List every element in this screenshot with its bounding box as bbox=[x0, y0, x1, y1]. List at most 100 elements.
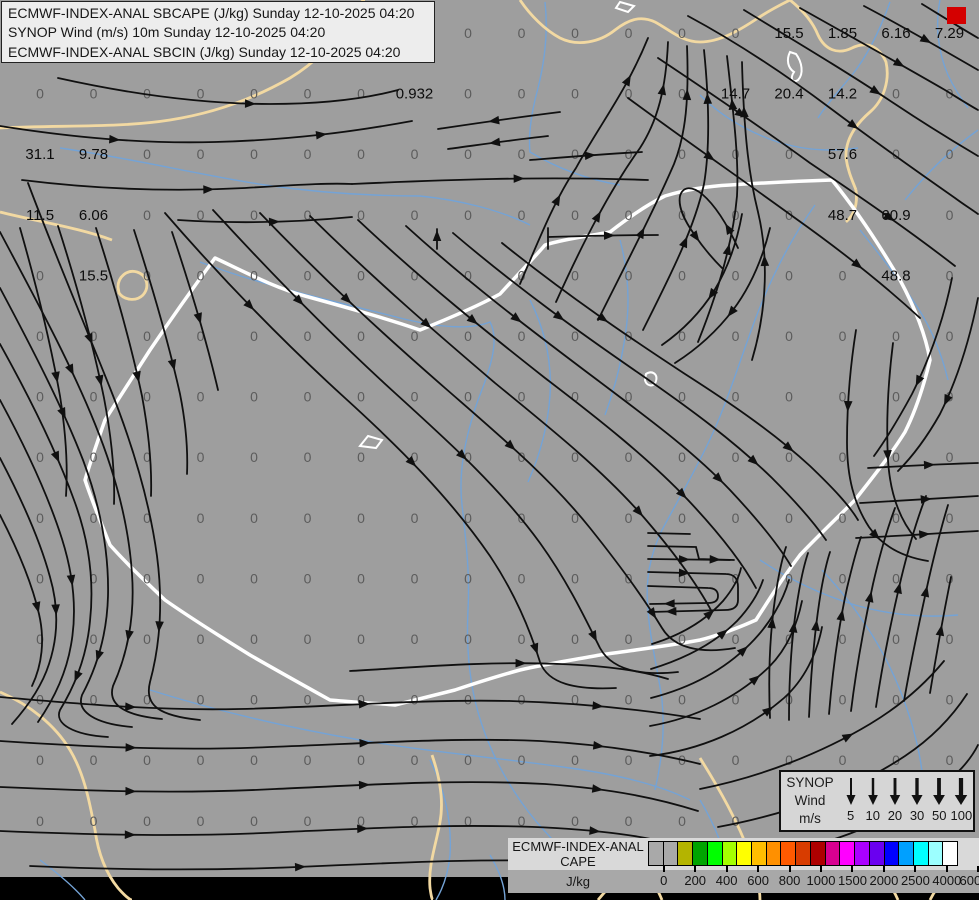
cape-tick bbox=[788, 866, 791, 872]
grid-zero-label: 0 bbox=[518, 207, 526, 223]
grid-zero-label: 0 bbox=[571, 267, 579, 283]
cape-color-swatch bbox=[809, 841, 826, 866]
grid-zero-label: 0 bbox=[357, 328, 365, 344]
grid-zero-label: 0 bbox=[839, 267, 847, 283]
grid-zero-label: 0 bbox=[36, 449, 44, 465]
grid-zero-label: 0 bbox=[197, 570, 205, 586]
grid-zero-label: 0 bbox=[892, 86, 900, 102]
grid-zero-label: 0 bbox=[732, 752, 740, 768]
cape-color-swatch bbox=[648, 841, 664, 866]
wind-speed-arrow-col: 10 bbox=[862, 776, 883, 823]
grid-zero-label: 0 bbox=[36, 510, 44, 526]
grid-zero-label: 0 bbox=[357, 146, 365, 162]
grid-zero-label: 0 bbox=[143, 752, 151, 768]
grid-zero-label: 0 bbox=[625, 692, 633, 708]
grid-zero-label: 0 bbox=[250, 146, 258, 162]
grid-zero-label: 0 bbox=[946, 267, 954, 283]
cape-color-swatch bbox=[662, 841, 679, 866]
grid-zero-label: 0 bbox=[839, 570, 847, 586]
station-value: 0.932 bbox=[396, 86, 434, 103]
grid-zero-label: 0 bbox=[839, 510, 847, 526]
grid-zero-label: 0 bbox=[464, 631, 472, 647]
cape-tick-label: 400 bbox=[715, 873, 738, 888]
station-value: 15.5 bbox=[79, 267, 108, 284]
grid-zero-label: 0 bbox=[571, 570, 579, 586]
cape-color-swatch bbox=[795, 841, 811, 866]
grid-zero-label: 0 bbox=[571, 25, 579, 41]
grid-zero-label: 0 bbox=[197, 510, 205, 526]
cape-tick bbox=[662, 866, 665, 872]
map-title-box: ECMWF-INDEX-ANAL SBCAPE (J/kg) Sunday 12… bbox=[1, 1, 435, 63]
grid-zero-label: 0 bbox=[197, 146, 205, 162]
cape-tick bbox=[882, 866, 885, 872]
cape-color-swatch bbox=[942, 841, 959, 866]
grid-zero-label: 0 bbox=[250, 631, 258, 647]
grid-zero-label: 0 bbox=[90, 813, 98, 829]
grid-zero-label: 0 bbox=[304, 328, 312, 344]
grid-zero-label: 0 bbox=[518, 146, 526, 162]
grid-zero-label: 0 bbox=[839, 692, 847, 708]
grid-zero-label: 0 bbox=[625, 752, 633, 768]
grid-zero-label: 0 bbox=[732, 813, 740, 829]
station-value: 9.78 bbox=[79, 146, 108, 163]
grid-zero-label: 0 bbox=[250, 570, 258, 586]
grid-zero-label: 0 bbox=[36, 267, 44, 283]
grid-zero-label: 0 bbox=[892, 631, 900, 647]
grid-zero-label: 0 bbox=[304, 449, 312, 465]
station-value: 15.5 bbox=[774, 25, 803, 42]
grid-zero-label: 0 bbox=[250, 207, 258, 223]
grid-zero-label: 0 bbox=[90, 449, 98, 465]
cape-color-swatch bbox=[736, 841, 753, 866]
grid-zero-label: 0 bbox=[411, 570, 419, 586]
grid-zero-label: 0 bbox=[357, 389, 365, 405]
grid-zero-label: 0 bbox=[304, 570, 312, 586]
wind-speed-label: 10 bbox=[865, 808, 881, 823]
grid-zero-label: 0 bbox=[411, 510, 419, 526]
grid-zero-label: 0 bbox=[946, 510, 954, 526]
cape-tick-label: 4000 bbox=[932, 873, 962, 888]
grid-zero-label: 0 bbox=[464, 570, 472, 586]
wind-speed-arrow-col: 30 bbox=[907, 776, 928, 823]
down-arrow-icon bbox=[955, 778, 968, 805]
grid-zero-label: 0 bbox=[36, 389, 44, 405]
cape-legend-model: ECMWF-INDEX-ANAL bbox=[512, 839, 644, 854]
grid-zero-label: 0 bbox=[571, 752, 579, 768]
grid-zero-label: 0 bbox=[304, 389, 312, 405]
grid-zero-label: 0 bbox=[143, 389, 151, 405]
grid-zero-label: 0 bbox=[732, 267, 740, 283]
cape-tick-label: 0 bbox=[660, 873, 668, 888]
grid-zero-label: 0 bbox=[732, 389, 740, 405]
grid-zero-label: 0 bbox=[357, 752, 365, 768]
grid-zero-label: 0 bbox=[357, 267, 365, 283]
grid-zero-label: 0 bbox=[625, 510, 633, 526]
grid-zero-label: 0 bbox=[36, 752, 44, 768]
grid-zero-label: 0 bbox=[143, 328, 151, 344]
station-value: 6.06 bbox=[79, 207, 108, 224]
cape-color-swatch bbox=[912, 841, 929, 866]
cape-color-swatch bbox=[765, 841, 782, 866]
cape-color-swatch bbox=[692, 841, 708, 866]
cape-tick-label: 1500 bbox=[838, 873, 867, 888]
grid-zero-label: 0 bbox=[785, 510, 793, 526]
title-line-sbcape: ECMWF-INDEX-ANAL SBCAPE (J/kg) Sunday 12… bbox=[8, 5, 415, 21]
grid-zero-label: 0 bbox=[785, 752, 793, 768]
grid-zero-label: 0 bbox=[197, 389, 205, 405]
grid-zero-label: 0 bbox=[90, 631, 98, 647]
grid-zero-label: 0 bbox=[36, 570, 44, 586]
grid-zero-label: 0 bbox=[518, 86, 526, 102]
station-value: 48.7 bbox=[828, 207, 857, 224]
grid-zero-label: 0 bbox=[197, 267, 205, 283]
cape-tick bbox=[945, 866, 948, 872]
cape-color-swatch bbox=[824, 841, 841, 866]
grid-zero-label: 0 bbox=[625, 631, 633, 647]
grid-zero-label: 0 bbox=[785, 328, 793, 344]
grid-zero-label: 0 bbox=[625, 267, 633, 283]
grid-zero-label: 0 bbox=[357, 449, 365, 465]
grid-zero-label: 0 bbox=[571, 207, 579, 223]
wind-speed-label: 20 bbox=[887, 808, 903, 823]
grid-zero-label: 0 bbox=[839, 328, 847, 344]
grid-zero-label: 0 bbox=[785, 570, 793, 586]
grid-zero-label: 0 bbox=[143, 570, 151, 586]
grid-zero-label: 0 bbox=[625, 25, 633, 41]
grid-zero-label: 0 bbox=[143, 146, 151, 162]
